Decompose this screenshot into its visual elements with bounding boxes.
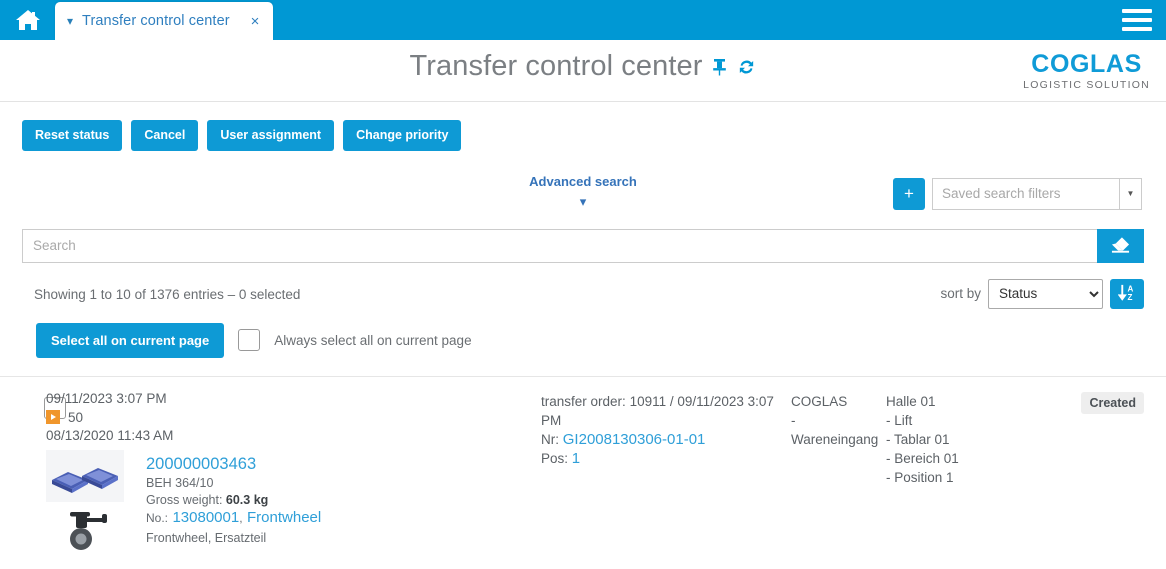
order-nr-link[interactable]: GI2008130306-01-01 [563, 431, 706, 448]
row-date-created: 09/11/2023 3:07 PM [46, 390, 167, 406]
row-item-block: 200000003463 BEH 364/10 Gross weight: 60… [46, 449, 541, 554]
item-container: BEH 364/10 [146, 475, 214, 490]
coglas-logo: COGLAS LOGISTIC SOLUTION [1023, 52, 1150, 91]
row-item-details: 200000003463 BEH 364/10 Gross weight: 60… [146, 450, 321, 554]
reset-status-button[interactable]: Reset status [22, 120, 123, 151]
client-area: Wareneingang [791, 431, 879, 447]
location-line: - Position 1 [886, 469, 954, 485]
client-name: COGLAS [791, 393, 848, 409]
row-item-cell: 09/11/2023 3:07 PM 50 08/13/2020 11:43 A… [46, 389, 541, 554]
location-line: Halle 01 [886, 393, 936, 409]
item-description: Frontwheel, Ersatzteil [146, 530, 267, 545]
search-input[interactable] [22, 228, 1097, 263]
tab-label: Transfer control center [82, 13, 230, 29]
article-no-link[interactable]: 13080001 [172, 509, 239, 526]
sort-direction-button[interactable]: A Z [1110, 278, 1144, 309]
tab-transfer-control-center[interactable]: ▾ Transfer control center × [55, 2, 274, 40]
item-article-line: No.: 13080001, Frontwheel [146, 509, 321, 527]
page-title-group: Transfer control center [0, 50, 1166, 83]
location-line: - Tablar 01 [886, 431, 950, 447]
cancel-button[interactable]: Cancel [131, 120, 199, 151]
select-all-row: Select all on current page Always select… [36, 322, 1166, 358]
row-select-cell [0, 389, 66, 554]
order-pos-line: Pos: 1 [541, 449, 791, 468]
page-header: Transfer control center COGLAS LOGISTIC … [0, 40, 1166, 102]
page-title: Transfer control center [409, 50, 703, 82]
home-button[interactable] [0, 0, 55, 40]
client-separator: - [791, 412, 796, 428]
clear-search-button[interactable] [1097, 228, 1144, 263]
search-zone: Advanced search ▾ + Saved search filters… [0, 173, 1166, 229]
advanced-search-link[interactable]: Advanced search [529, 174, 637, 189]
sort-controls: sort by Status A Z [940, 278, 1144, 309]
location-line: - Lift [886, 412, 913, 428]
priority-value: 50 [68, 409, 84, 425]
search-row [22, 228, 1144, 263]
select-all-on-current-page-button[interactable]: Select all on current page [36, 322, 225, 358]
hamburger-bar [1122, 9, 1152, 13]
logo-wordmark: COGLAS [1031, 50, 1142, 78]
saved-filters-chevron-down-icon[interactable]: ▼ [1120, 177, 1142, 210]
hamburger-bar [1122, 27, 1152, 31]
article-name-link[interactable]: Frontwheel [247, 509, 321, 526]
eraser-icon [1110, 235, 1131, 257]
saved-filters-group: + Saved search filters ▼ [893, 177, 1142, 210]
transfer-order-line: transfer order: 10911 / 09/11/2023 3:07 … [541, 392, 791, 430]
order-nr-line: Nr: GI2008130306-01-01 [541, 430, 791, 449]
row-priority: 50 [46, 410, 541, 425]
row-order-cell: transfer order: 10911 / 09/11/2023 3:07 … [541, 389, 791, 554]
sort-ascending-icon: A Z [1117, 283, 1137, 305]
hamburger-bar [1122, 18, 1152, 22]
sort-by-label: sort by [940, 286, 981, 301]
order-pos-label: Pos: [541, 450, 569, 466]
always-select-all-label: Always select all on current page [274, 332, 472, 348]
home-icon [15, 8, 41, 32]
pin-icon[interactable] [711, 58, 728, 76]
close-icon[interactable]: × [251, 13, 260, 30]
priority-arrow-icon [46, 410, 60, 424]
item-id-link[interactable]: 200000003463 [146, 453, 321, 475]
table-row[interactable]: 09/11/2023 3:07 PM 50 08/13/2020 11:43 A… [0, 377, 1166, 554]
change-priority-button[interactable]: Change priority [343, 120, 462, 151]
add-filter-button[interactable]: + [893, 177, 925, 210]
hamburger-menu-icon[interactable] [1122, 9, 1152, 31]
svg-text:Z: Z [1127, 293, 1132, 302]
transfer-order-label: transfer order: [541, 393, 626, 409]
frontwheel-thumbnail [60, 505, 120, 554]
row-location-cell: Halle 01 - Lift - Tablar 01 - Bereich 01… [886, 389, 1044, 554]
row-client-cell: COGLAS - Wareneingang [791, 389, 886, 554]
status-badge: Created [1081, 391, 1144, 414]
gross-weight-label: Gross weight: [146, 492, 223, 507]
sort-by-select[interactable]: Status [988, 278, 1103, 309]
logo-tagline: LOGISTIC SOLUTION [1023, 79, 1150, 91]
action-toolbar: Reset status Cancel User assignment Chan… [0, 102, 1166, 151]
top-bar: ▾ Transfer control center × [0, 0, 1166, 40]
article-separator: , [239, 510, 243, 525]
chevron-down-icon[interactable]: ▾ [67, 15, 73, 27]
row-thumbnails [46, 449, 146, 554]
blue-bin-thumbnail [46, 449, 124, 502]
item-gross-weight: Gross weight: 60.3 kg [146, 492, 321, 509]
row-status-cell: Created [1044, 389, 1144, 554]
saved-search-filters-select[interactable]: Saved search filters [932, 177, 1120, 210]
user-assignment-button[interactable]: User assignment [207, 120, 335, 151]
refresh-icon[interactable] [737, 58, 756, 76]
article-no-label: No.: [146, 510, 169, 525]
order-pos-value[interactable]: 1 [572, 450, 580, 467]
row-date-secondary: 08/13/2020 11:43 AM [46, 427, 174, 443]
always-select-all-checkbox[interactable] [238, 329, 261, 351]
order-nr-label: Nr: [541, 431, 559, 447]
results-info-row: Showing 1 to 10 of 1376 entries – 0 sele… [12, 278, 1144, 311]
location-line: - Bereich 01 [886, 450, 959, 466]
gross-weight-value: 60.3 kg [225, 492, 269, 507]
